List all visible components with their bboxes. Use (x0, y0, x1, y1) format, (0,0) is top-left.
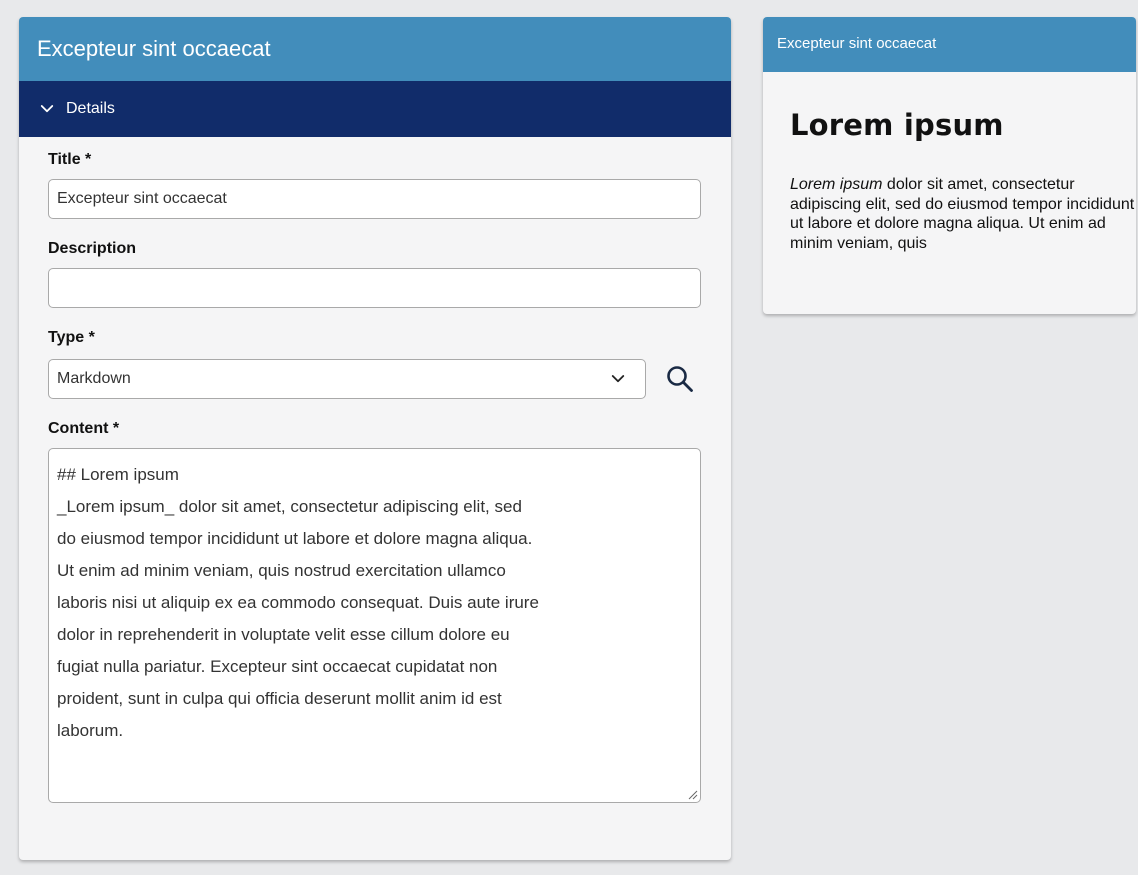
details-toggle[interactable]: Details (19, 81, 731, 137)
resize-grip-icon[interactable] (686, 788, 698, 800)
content-textarea[interactable]: ## Lorem ipsum _Lorem ipsum_ dolor sit a… (48, 448, 701, 803)
preview-heading: Lorem ipsum (790, 108, 1004, 142)
content-line: do eiusmod tempor incididunt ut labore e… (57, 529, 533, 548)
preview-body: Lorem ipsum Lorem ipsum dolor sit amet, … (763, 72, 1136, 253)
content-line: ## Lorem ipsum (57, 465, 179, 484)
preview-emphasis: Lorem ipsum (790, 176, 883, 193)
type-label: Type * (48, 329, 95, 346)
type-search-button[interactable] (658, 357, 702, 401)
chevron-down-icon (40, 105, 54, 113)
content-line: laborum. (57, 721, 124, 740)
content-line: laboris nisi ut aliquip ex ea commodo co… (57, 593, 539, 612)
chevron-down-icon (611, 375, 625, 383)
type-select-value: Markdown (57, 370, 131, 387)
search-icon (667, 366, 693, 392)
title-label: Title * (48, 151, 92, 168)
preview-card: Excepteur sint occaecat Lorem ipsum Lore… (763, 17, 1136, 314)
content-line: _Lorem ipsum_ dolor sit amet, consectetu… (57, 497, 522, 516)
details-label: Details (66, 100, 115, 117)
edit-form: Title * Description Type * Markdown (19, 137, 731, 803)
preview-header-title: Excepteur sint occaecat (763, 17, 1136, 72)
editor-card: Excepteur sint occaecat Details Title * … (19, 17, 731, 860)
editor-header-title: Excepteur sint occaecat (19, 17, 731, 81)
type-select[interactable]: Markdown (48, 359, 646, 399)
content-line: dolor in reprehenderit in voluptate veli… (57, 625, 510, 644)
content-label: Content * (48, 420, 120, 437)
content-line: fugiat nulla pariatur. Excepteur sint oc… (57, 657, 498, 676)
description-input[interactable] (48, 268, 701, 308)
content-line: proident, sunt in culpa qui officia dese… (57, 689, 502, 708)
title-input[interactable] (48, 179, 701, 219)
preview-paragraph: Lorem ipsum dolor sit amet, consectetur … (790, 175, 1135, 253)
description-label: Description (48, 240, 137, 257)
content-line: Ut enim ad minim veniam, quis nostrud ex… (57, 561, 506, 580)
